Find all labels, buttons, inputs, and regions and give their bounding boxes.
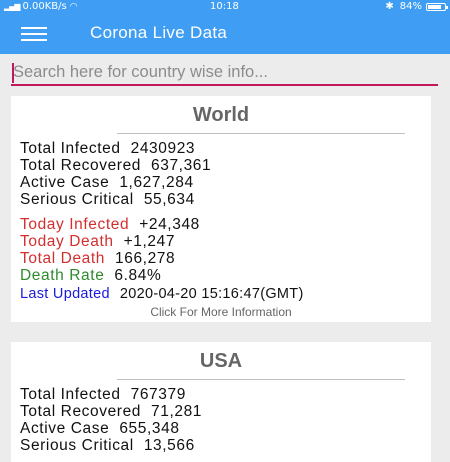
stat-label: Death Rate <box>20 267 105 284</box>
stat-value: 71,281 <box>151 403 203 420</box>
status-bar: ▂▄▆ 0.00KB/s ◠ 10:18 ✱ 84% <box>0 0 450 14</box>
search-input[interactable] <box>11 60 438 86</box>
text-cursor <box>12 63 14 83</box>
stat-label: Total Infected <box>20 140 121 157</box>
world-total-recovered: Total Recovered 637,361 <box>20 157 211 175</box>
battery-percent: 84% <box>399 1 422 12</box>
battery-icon <box>426 3 448 11</box>
world-card[interactable]: World Total Infected 2430923 Total Recove… <box>11 96 431 322</box>
stat-label: Today Death <box>20 233 114 250</box>
last-updated-label: Last Updated <box>20 286 110 302</box>
world-today-death: Today Death +1,247 <box>20 233 175 251</box>
world-heading: World <box>192 104 250 126</box>
world-total-infected: Total Infected 2430923 <box>20 140 195 158</box>
stat-label: Active Case <box>20 420 110 437</box>
battery-fill <box>428 5 441 9</box>
stat-label: Serious Critical <box>20 191 134 208</box>
bluetooth-icon: ✱ <box>385 1 394 12</box>
usa-total-recovered: Total Recovered 71,281 <box>20 403 202 421</box>
stat-value: 2430923 <box>130 140 196 157</box>
app-bar: Corona Live Data <box>0 14 450 54</box>
stat-value: 655,348 <box>119 420 180 437</box>
world-last-updated: Last Updated 2020-04-20 15:16:47(GMT) <box>20 286 304 302</box>
wifi-icon: ◠ <box>69 2 78 12</box>
world-today-infected: Today Infected +24,348 <box>20 216 200 234</box>
status-time: 10:18 <box>210 1 239 12</box>
stat-value: 6.84% <box>114 267 162 284</box>
stat-value: 166,278 <box>115 250 176 267</box>
stat-label: Total Infected <box>20 386 121 403</box>
stat-label: Total Recovered <box>20 157 142 174</box>
status-right: ✱ 84% <box>385 0 448 14</box>
usa-heading: USA <box>199 350 243 372</box>
more-info-link[interactable]: Click For More Information <box>11 305 431 319</box>
usa-card[interactable]: USA Total Infected 767379 Total Recovered… <box>11 342 431 462</box>
stat-value: +24,348 <box>139 216 200 233</box>
stat-value: 637,361 <box>151 157 212 174</box>
usa-divider <box>117 379 405 380</box>
stat-label: Serious Critical <box>20 437 134 454</box>
world-divider <box>117 133 405 134</box>
stat-value: 1,627,284 <box>119 174 194 191</box>
usa-total-infected: Total Infected 767379 <box>20 386 186 404</box>
status-left: ▂▄▆ 0.00KB/s ◠ <box>4 0 78 14</box>
stat-value: +1,247 <box>123 233 176 250</box>
world-serious-critical: Serious Critical 55,634 <box>20 191 195 209</box>
world-death-rate: Death Rate 6.84% <box>20 267 161 285</box>
world-total-death: Total Death 166,278 <box>20 250 175 268</box>
network-speed: 0.00KB/s <box>22 1 67 12</box>
stat-label: Total Death <box>20 250 106 267</box>
stat-label: Active Case <box>20 174 110 191</box>
usa-serious-critical: Serious Critical 13,566 <box>20 437 195 455</box>
hamburger-menu-icon[interactable] <box>21 26 47 42</box>
stat-value: 767379 <box>130 386 186 403</box>
signal-icon: ▂▄▆ <box>4 2 21 11</box>
last-updated-value: 2020-04-20 15:16:47(GMT) <box>119 286 304 302</box>
stat-label: Today Infected <box>20 216 130 233</box>
usa-active-case: Active Case 655,348 <box>20 420 180 438</box>
app-title: Corona Live Data <box>90 23 228 42</box>
stat-value: 13,566 <box>143 437 195 454</box>
stat-value: 55,634 <box>143 191 195 208</box>
world-active-case: Active Case 1,627,284 <box>20 174 194 192</box>
stat-label: Total Recovered <box>20 403 142 420</box>
